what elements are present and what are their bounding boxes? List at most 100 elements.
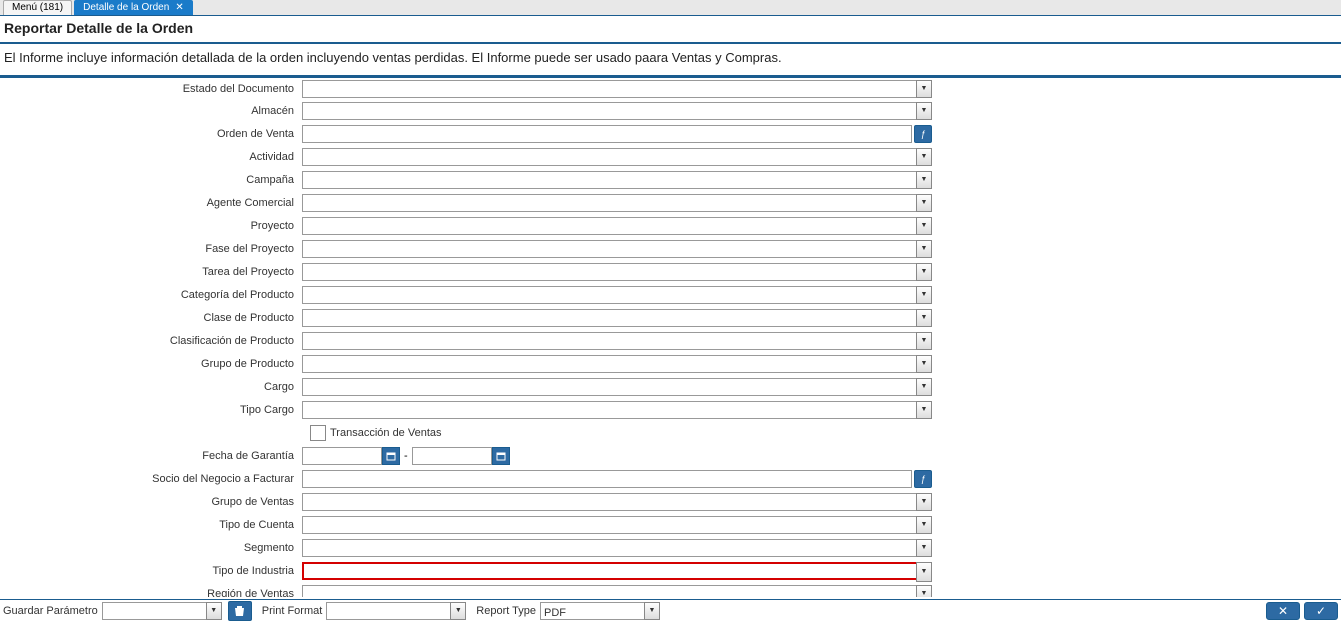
orden-venta-input[interactable] [302, 125, 912, 143]
chevron-down-icon[interactable]: ▼ [916, 309, 932, 327]
chevron-down-icon[interactable]: ▼ [450, 602, 466, 620]
row-clasificacion-producto: Clasificación de Producto ▼ [2, 329, 932, 352]
header-band: Reportar Detalle de la Orden [0, 16, 1341, 38]
row-tipo-cargo: Tipo Cargo ▼ [2, 398, 932, 421]
row-region-ventas: Región de Ventas ▼ [2, 582, 932, 597]
segmento-input[interactable]: ▼ [302, 539, 932, 557]
region-ventas-input[interactable]: ▼ [302, 585, 932, 598]
label-agente-comercial: Agente Comercial [2, 197, 302, 209]
guardar-parametro-input[interactable]: ▼ [102, 602, 222, 620]
chevron-down-icon[interactable]: ▼ [916, 286, 932, 304]
row-segmento: Segmento ▼ [2, 536, 932, 559]
categoria-producto-input[interactable]: ▼ [302, 286, 932, 304]
label-campana: Campaña [2, 174, 302, 186]
label-guardar-parametro: Guardar Parámetro [3, 605, 98, 617]
cancel-button[interactable]: ✕ [1266, 602, 1300, 620]
label-print-format: Print Format [262, 605, 323, 617]
proyecto-input[interactable]: ▼ [302, 217, 932, 235]
tab-detalle-orden[interactable]: Detalle de la Orden ✕ [74, 0, 193, 15]
page-description: El Informe incluye información detallada… [0, 50, 1341, 75]
chevron-down-icon[interactable]: ▼ [916, 263, 932, 281]
chevron-down-icon[interactable]: ▼ [916, 516, 932, 534]
fecha-garantia-to-input[interactable] [412, 447, 492, 465]
tabs-bar: Menú (181) Detalle de la Orden ✕ [0, 0, 1341, 16]
chevron-down-icon[interactable]: ▼ [916, 80, 932, 98]
transaccion-ventas-checkbox[interactable] [310, 425, 326, 441]
row-campana: Campaña ▼ [2, 168, 932, 191]
chevron-down-icon[interactable]: ▼ [916, 378, 932, 396]
chevron-down-icon[interactable]: ▼ [916, 539, 932, 557]
close-icon[interactable]: ✕ [175, 1, 183, 15]
chevron-down-icon[interactable]: ▼ [916, 562, 932, 582]
row-almacen: Almacén ▼ [2, 99, 932, 122]
chevron-down-icon[interactable]: ▼ [916, 194, 932, 212]
calendar-icon[interactable] [492, 447, 510, 465]
chevron-down-icon[interactable]: ▼ [916, 171, 932, 189]
row-grupo-ventas: Grupo de Ventas ▼ [2, 490, 932, 513]
socio-facturar-input[interactable] [302, 470, 912, 488]
delete-button[interactable] [228, 601, 252, 621]
label-fase-proyecto: Fase del Proyecto [2, 243, 302, 255]
grupo-ventas-input[interactable]: ▼ [302, 493, 932, 511]
label-tipo-industria: Tipo de Industria [2, 565, 302, 577]
chevron-down-icon[interactable]: ▼ [916, 148, 932, 166]
fecha-garantia-from-input[interactable] [302, 447, 382, 465]
report-type-value: PDF [541, 606, 569, 620]
agente-comercial-input[interactable]: ▼ [302, 194, 932, 212]
label-cargo: Cargo [2, 381, 302, 393]
label-actividad: Actividad [2, 151, 302, 163]
label-report-type: Report Type [476, 605, 536, 617]
chevron-down-icon[interactable]: ▼ [916, 102, 932, 120]
ok-button[interactable]: ✓ [1304, 602, 1338, 620]
row-fecha-garantia: Fecha de Garantía - [2, 444, 932, 467]
clase-producto-input[interactable]: ▼ [302, 309, 932, 327]
tipo-cuenta-input[interactable]: ▼ [302, 516, 932, 534]
lookup-icon[interactable]: ƒ [914, 125, 932, 143]
label-clase-producto: Clase de Producto [2, 312, 302, 324]
chevron-down-icon[interactable]: ▼ [916, 493, 932, 511]
row-agente-comercial: Agente Comercial ▼ [2, 191, 932, 214]
label-estado-documento: Estado del Documento [2, 83, 302, 95]
row-tipo-cuenta: Tipo de Cuenta ▼ [2, 513, 932, 536]
label-fecha-garantia: Fecha de Garantía [2, 450, 302, 462]
label-almacen: Almacén [2, 105, 302, 117]
label-socio-facturar: Socio del Negocio a Facturar [2, 473, 302, 485]
fase-proyecto-input[interactable]: ▼ [302, 240, 932, 258]
actividad-input[interactable]: ▼ [302, 148, 932, 166]
tarea-proyecto-input[interactable]: ▼ [302, 263, 932, 281]
lookup-icon[interactable]: ƒ [914, 470, 932, 488]
estado-documento-input[interactable]: ▼ [302, 80, 932, 98]
row-grupo-producto: Grupo de Producto ▼ [2, 352, 932, 375]
clasificacion-producto-input[interactable]: ▼ [302, 332, 932, 350]
chevron-down-icon[interactable]: ▼ [206, 602, 222, 620]
label-segmento: Segmento [2, 542, 302, 554]
chevron-down-icon[interactable]: ▼ [916, 332, 932, 350]
campana-input[interactable]: ▼ [302, 171, 932, 189]
row-fase-proyecto: Fase del Proyecto ▼ [2, 237, 932, 260]
tipo-industria-input[interactable]: ▼ [302, 562, 932, 580]
label-tarea-proyecto: Tarea del Proyecto [2, 266, 302, 278]
tipo-cargo-input[interactable]: ▼ [302, 401, 932, 419]
page-title: Reportar Detalle de la Orden [4, 20, 1337, 36]
chevron-down-icon[interactable]: ▼ [644, 602, 660, 620]
chevron-down-icon[interactable]: ▼ [916, 355, 932, 373]
row-socio-facturar: Socio del Negocio a Facturar ƒ [2, 467, 932, 490]
row-proyecto: Proyecto ▼ [2, 214, 932, 237]
tab-menu[interactable]: Menú (181) [3, 0, 72, 15]
print-format-input[interactable]: ▼ [326, 602, 466, 620]
calendar-icon[interactable] [382, 447, 400, 465]
chevron-down-icon[interactable]: ▼ [916, 217, 932, 235]
cargo-input[interactable]: ▼ [302, 378, 932, 396]
row-clase-producto: Clase de Producto ▼ [2, 306, 932, 329]
report-type-input[interactable]: PDF ▼ [540, 602, 660, 620]
row-actividad: Actividad ▼ [2, 145, 932, 168]
chevron-down-icon[interactable]: ▼ [916, 401, 932, 419]
label-tipo-cargo: Tipo Cargo [2, 404, 302, 416]
chevron-down-icon[interactable]: ▼ [916, 585, 932, 598]
grupo-producto-input[interactable]: ▼ [302, 355, 932, 373]
almacen-input[interactable]: ▼ [302, 102, 932, 120]
bottom-bar: Guardar Parámetro ▼ Print Format ▼ Repor… [0, 599, 1341, 621]
chevron-down-icon[interactable]: ▼ [916, 240, 932, 258]
form-area[interactable]: Estado del Documento ▼ Almacén ▼ Orden d… [0, 77, 1341, 597]
row-orden-venta: Orden de Venta ƒ [2, 122, 932, 145]
